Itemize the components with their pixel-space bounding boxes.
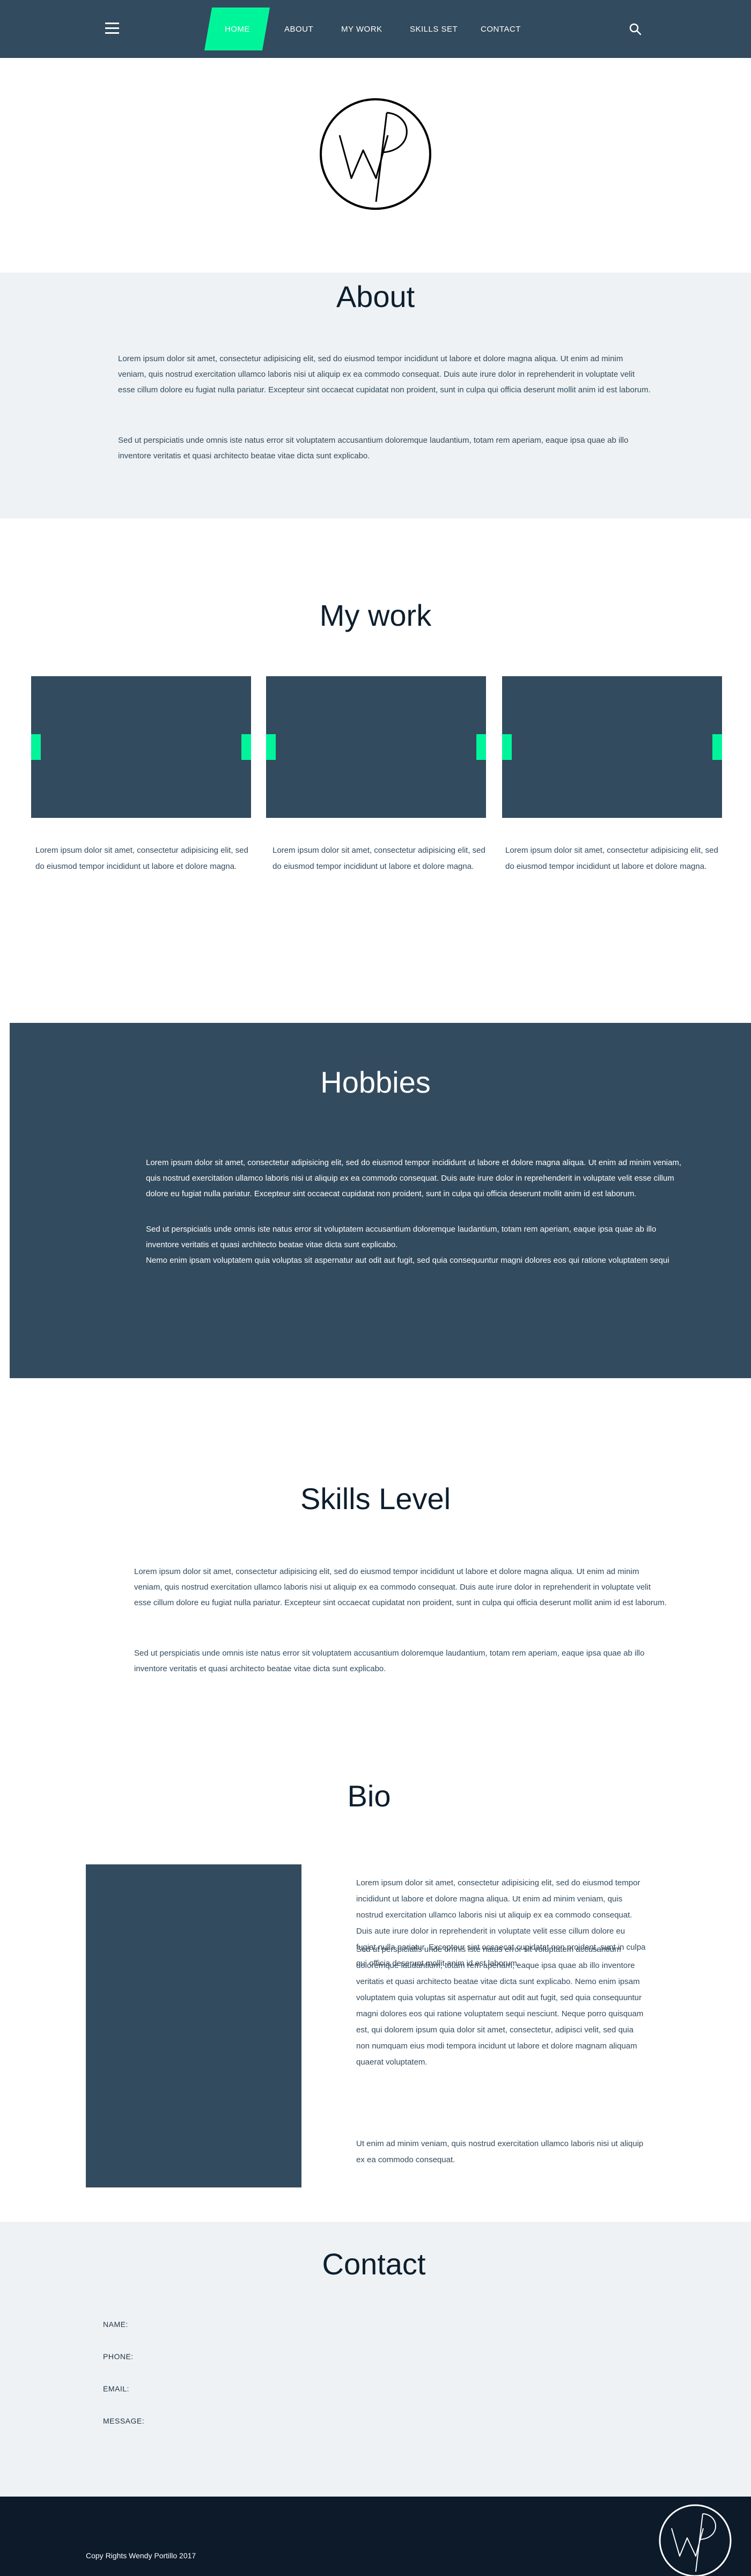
work-caption-2: Lorem ipsum dolor sit amet, consectetur … [273, 846, 485, 871]
skills-title: Skills Level [300, 1482, 451, 1516]
hobbies-paragraph-1: Lorem ipsum dolor sit amet, consectetur … [146, 1158, 681, 1198]
wp-logo [320, 98, 431, 210]
nav-skills-set-link[interactable]: SKILLS SET [410, 25, 458, 34]
message-field-label[interactable]: MESSAGE: [103, 2417, 144, 2425]
email-field-label[interactable]: EMAIL: [103, 2384, 129, 2393]
work-card-3[interactable] [502, 676, 722, 818]
skills-paragraph-1: Lorem ipsum dolor sit amet, consectetur … [134, 1567, 667, 1607]
hamburger-menu-icon[interactable] [105, 23, 119, 34]
bio-title: Bio [347, 1779, 391, 1813]
bio-photo [86, 1864, 301, 2187]
about-paragraph-2: Sed ut perspiciatis unde omnis iste natu… [118, 436, 629, 460]
footer-copyright: Copy Rights Wendy Portillo 2017 [86, 2551, 196, 2560]
nav-about-link[interactable]: ABOUT [284, 25, 313, 34]
name-field-label[interactable]: NAME: [103, 2320, 128, 2329]
search-icon[interactable] [629, 23, 642, 35]
nav-my-work-link[interactable]: MY WORK [341, 25, 382, 34]
work-caption-3: Lorem ipsum dolor sit amet, consectetur … [505, 846, 718, 871]
contact-title: Contact [322, 2247, 426, 2281]
hobbies-paragraph-3: Nemo enim ipsam voluptatem quia voluptas… [146, 1256, 669, 1265]
phone-field-label[interactable]: PHONE: [103, 2352, 134, 2361]
work-card-3-left-tab [502, 734, 512, 760]
nav-contact-link[interactable]: CONTACT [481, 25, 521, 34]
work-caption-1: Lorem ipsum dolor sit amet, consectetur … [35, 846, 248, 871]
skills-paragraph-2: Sed ut perspiciatis unde omnis iste natu… [134, 1649, 645, 1673]
work-card-3-right-tab [712, 734, 722, 760]
work-card-1-right-tab [241, 734, 251, 760]
bio-paragraph-3: Ut enim ad minim veniam, quis nostrud ex… [356, 2139, 644, 2164]
top-nav: HOME ABOUT MY WORK SKILLS SET CONTACT [0, 0, 751, 58]
work-card-2-left-tab [266, 734, 276, 760]
hobbies-paragraph-2: Sed ut perspiciatis unde omnis iste natu… [146, 1225, 657, 1249]
work-card-1[interactable] [31, 676, 251, 818]
nav-home-label: HOME [224, 24, 250, 34]
my-work-title: My work [319, 598, 432, 632]
footer: Copy Rights Wendy Portillo 2017 [0, 2497, 751, 2576]
work-card-1-left-tab [31, 734, 41, 760]
hobbies-title: Hobbies [320, 1065, 431, 1099]
about-paragraph-1: Lorem ipsum dolor sit amet, consectetur … [118, 354, 651, 394]
work-card-2[interactable] [266, 676, 486, 818]
footer-wp-logo [659, 2504, 732, 2576]
bio-paragraph-2: Sed ut perspiciatis unde omnis iste natu… [356, 1945, 644, 2067]
work-card-2-right-tab [476, 734, 486, 760]
nav-home-link[interactable]: HOME [204, 8, 270, 50]
about-title: About [336, 280, 415, 313]
